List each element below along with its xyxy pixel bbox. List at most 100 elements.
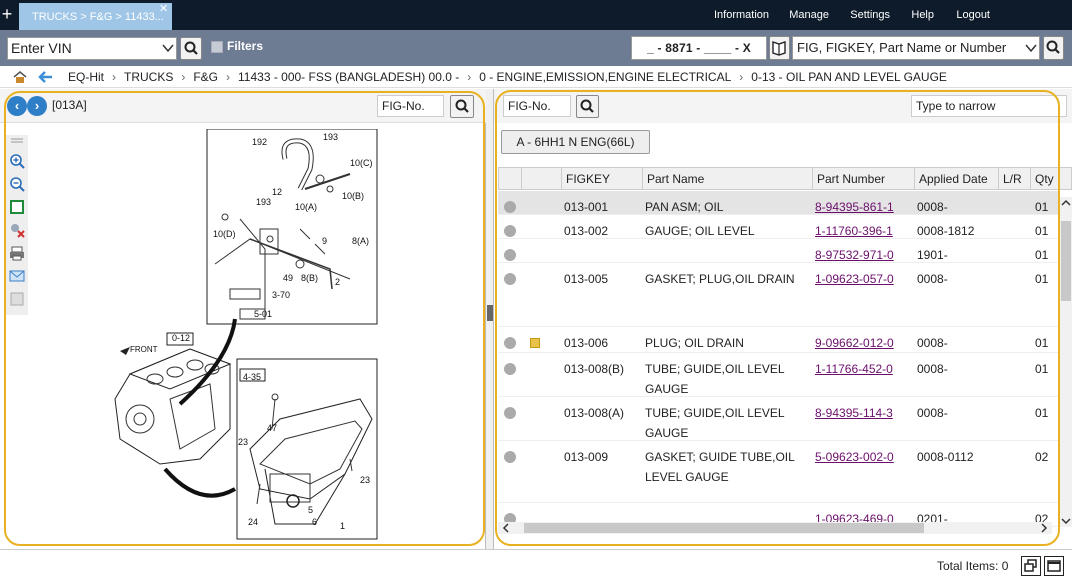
nav-manage[interactable]: Manage <box>789 0 829 30</box>
filters-checkbox[interactable] <box>211 41 223 53</box>
callout-label[interactable]: 0-12 <box>172 333 190 343</box>
row-part-number[interactable]: 1-09623-057-0 <box>815 269 894 289</box>
zoom-in-icon[interactable] <box>9 153 25 169</box>
column-header-part-number[interactable]: Part Number <box>812 168 914 190</box>
chevron-down-icon[interactable] <box>1060 515 1072 527</box>
expand-row-icon[interactable] <box>504 363 516 375</box>
callout-label[interactable]: 23 <box>360 475 370 485</box>
note-icon[interactable] <box>530 338 540 348</box>
nav-help[interactable]: Help <box>911 0 934 30</box>
horizontal-scrollbar[interactable] <box>498 522 1052 534</box>
callout-label[interactable]: 6 <box>312 517 317 527</box>
expand-row-icon[interactable] <box>504 337 516 349</box>
callout-label[interactable]: 3-70 <box>272 290 290 300</box>
chevron-right-icon[interactable] <box>1038 522 1050 534</box>
tab-current[interactable]: TRUCKS > F&G > 11433... ✕ <box>19 3 172 30</box>
breadcrumb-item[interactable]: EQ-Hit <box>68 70 104 84</box>
column-header-figkey[interactable]: FIGKEY <box>561 168 641 190</box>
collapse-arrow-icon[interactable] <box>487 305 493 321</box>
callout-label[interactable]: 2 <box>335 277 340 287</box>
vin-code-field[interactable]: _ - 8871 - ____ - X <box>631 36 767 60</box>
zoom-out-icon[interactable] <box>9 176 25 192</box>
nav-settings[interactable]: Settings <box>850 0 890 30</box>
table-row[interactable]: 013-002 GAUGE; OIL LEVEL 1-11760-396-1 0008… <box>498 215 1058 239</box>
callout-label[interactable]: 4-35 <box>243 372 261 382</box>
callout-label[interactable]: 10(C) <box>350 158 373 168</box>
close-icon[interactable]: ✕ <box>159 3 169 15</box>
row-part-number[interactable]: 8-94395-861-1 <box>815 197 894 217</box>
print-icon[interactable] <box>9 245 25 261</box>
callout-label[interactable]: FRONT <box>130 345 158 354</box>
back-arrow-icon[interactable] <box>38 70 54 84</box>
callout-label[interactable]: 5 <box>308 505 313 515</box>
breadcrumb-item[interactable]: TRUCKS <box>124 70 173 84</box>
chevron-left-icon[interactable] <box>500 522 512 534</box>
callout-label[interactable]: 1 <box>340 521 345 531</box>
email-icon[interactable] <box>9 268 25 284</box>
panel-splitter[interactable] <box>486 89 494 549</box>
clear-selection-icon[interactable] <box>9 222 25 238</box>
expand-row-icon[interactable] <box>504 249 516 261</box>
restore-window-icon[interactable] <box>1021 556 1041 576</box>
expand-row-icon[interactable] <box>504 201 516 213</box>
column-header-qty[interactable]: Qty <box>1030 168 1060 190</box>
fig-search-button[interactable] <box>576 95 599 118</box>
next-figure-icon[interactable]: › <box>27 96 47 116</box>
callout-label[interactable]: 23 <box>238 437 248 447</box>
vin-search-button[interactable] <box>180 37 202 60</box>
scrollbar-thumb[interactable] <box>524 523 924 533</box>
table-row[interactable]: 013-006 PLUG; OIL DRAIN 9-09662-012-0 0008-… <box>498 327 1058 353</box>
callout-label[interactable]: 192 <box>252 137 267 147</box>
column-header-part-name[interactable]: Part Name <box>642 168 812 190</box>
callout-label[interactable]: 9 <box>322 236 327 246</box>
vin-select[interactable]: Enter VIN <box>7 37 177 60</box>
expand-row-icon[interactable] <box>504 451 516 463</box>
callout-label[interactable]: 12 <box>272 187 282 197</box>
table-row[interactable]: 013-008(B) TUBE; GUIDE,OIL LEVEL GAUGE 1-1… <box>498 353 1058 397</box>
table-row[interactable]: 013-005 GASKET; PLUG,OIL DRAIN 1-09623-057… <box>498 263 1058 327</box>
breadcrumb-item[interactable]: 0-13 - OIL PAN AND LEVEL GAUGE <box>751 70 947 84</box>
nav-logout[interactable]: Logout <box>956 0 990 30</box>
breadcrumb-item[interactable]: F&G <box>193 70 218 84</box>
scrollbar-thumb[interactable] <box>1061 221 1071 301</box>
breadcrumb-item[interactable]: 0 - ENGINE,EMISSION,ENGINE ELECTRICAL <box>479 70 731 84</box>
chevron-up-icon[interactable] <box>1060 197 1072 209</box>
callout-label[interactable]: 8(B) <box>301 273 318 283</box>
row-part-number[interactable]: 5-09623-002-0 <box>815 447 894 467</box>
table-row[interactable]: 013-009 GASKET; GUIDE TUBE,OIL LEVEL GAUG… <box>498 441 1058 503</box>
fig-no-input[interactable]: FIG-No. <box>377 95 444 117</box>
vertical-scrollbar[interactable] <box>1060 197 1072 527</box>
callout-label[interactable]: 47 <box>267 423 277 433</box>
table-row[interactable]: 013-001 PAN ASM; OIL 8-94395-861-1 0008- 01 <box>498 191 1058 215</box>
home-icon[interactable] <box>12 70 28 84</box>
callout-label[interactable]: 10(D) <box>213 229 236 239</box>
narrow-filter-input[interactable]: Type to narrow <box>911 95 1067 117</box>
export-icon[interactable] <box>9 291 25 307</box>
part-search-input[interactable]: FIG, FIGKEY, Part Name or Number <box>792 36 1040 60</box>
column-header-lr[interactable]: L/R <box>998 168 1030 190</box>
callout-label[interactable]: 24 <box>248 517 258 527</box>
row-part-number[interactable]: 9-09662-012-0 <box>815 333 894 353</box>
table-row[interactable]: 8-97532-971-0 1901- 01 <box>498 239 1058 263</box>
row-part-number[interactable]: 1-11760-396-1 <box>815 221 893 241</box>
row-part-number[interactable]: 8-97532-971-0 <box>815 245 894 265</box>
column-header-applied-date[interactable]: Applied Date <box>914 168 998 190</box>
expand-row-icon[interactable] <box>504 273 516 285</box>
callout-label[interactable]: 193 <box>256 197 271 207</box>
fig-no-input[interactable]: FIG-No. <box>503 95 571 117</box>
engine-variant-button[interactable]: A - 6HH1 N ENG(66L) <box>501 130 650 154</box>
prev-figure-icon[interactable]: ‹ <box>7 96 27 116</box>
callout-label[interactable]: 8(A) <box>352 236 369 246</box>
nav-information[interactable]: Information <box>714 0 769 30</box>
fit-to-window-icon[interactable] <box>9 199 25 215</box>
callout-label[interactable]: 5-01 <box>254 309 272 319</box>
maximize-window-icon[interactable] <box>1044 556 1064 576</box>
catalog-book-button[interactable] <box>769 36 790 60</box>
grip-icon[interactable] <box>9 135 25 151</box>
expand-row-icon[interactable] <box>504 407 516 419</box>
callout-label[interactable]: 10(B) <box>342 191 364 201</box>
fig-search-button[interactable] <box>450 95 474 118</box>
row-part-number[interactable]: 8-94395-114-3 <box>815 403 893 423</box>
breadcrumb-item[interactable]: 11433 - 000- FSS (BANGLADESH) 00.0 - <box>238 70 459 84</box>
callout-label[interactable]: 193 <box>323 132 338 142</box>
